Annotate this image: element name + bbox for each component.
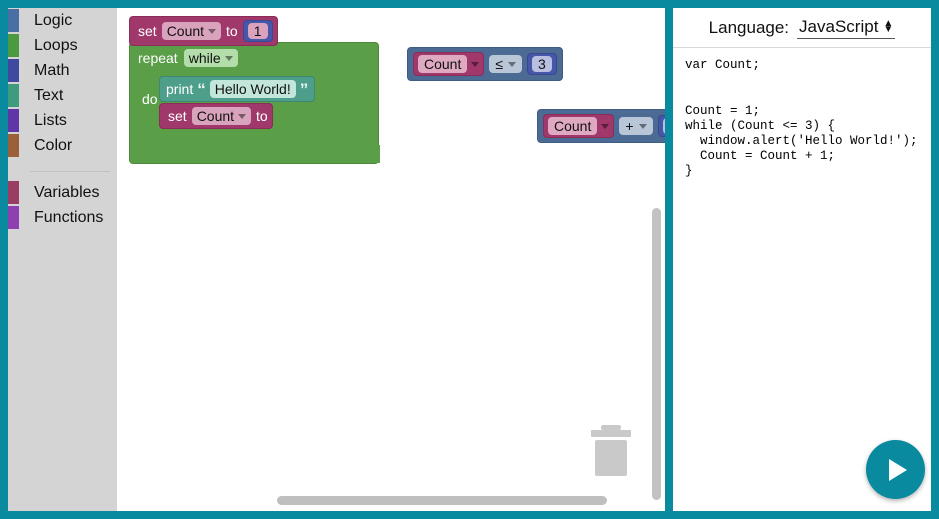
sidebar-item-text[interactable]: Text: [8, 83, 117, 108]
app-root: Logic Loops Math Text Lists Color Variab…: [0, 0, 939, 519]
block-number-one[interactable]: 1: [242, 20, 273, 42]
open-quote-icon: “: [197, 79, 206, 99]
sidebar-item-loops[interactable]: Loops: [8, 33, 117, 58]
sidebar-item-color[interactable]: Color: [8, 133, 117, 158]
toolbox-sidebar: Logic Loops Math Text Lists Color Variab…: [8, 8, 117, 511]
sidebar-item-logic[interactable]: Logic: [8, 8, 117, 33]
block-set-count-increment[interactable]: set Count to: [159, 103, 273, 129]
comparison-operator-dropdown[interactable]: ≤: [489, 55, 523, 73]
math-color-swatch: [8, 59, 19, 82]
sidebar-item-label: Text: [34, 87, 64, 104]
chevron-down-icon: [601, 123, 610, 129]
repeat-keyword: repeat: [138, 50, 178, 66]
set-to-label: to: [256, 108, 268, 124]
play-triangle-icon: [889, 458, 907, 481]
set-to-label: to: [226, 23, 238, 39]
functions-color-swatch: [8, 206, 19, 229]
spinner-arrows-icon: ▲ ▼: [883, 19, 894, 35]
variable-name: Count: [548, 117, 598, 135]
block-comparison[interactable]: Count ≤ 3: [407, 47, 563, 81]
number-value[interactable]: 1: [662, 118, 665, 134]
code-panel: Language: JavaScript ▲ ▼ var Count; Coun…: [673, 8, 931, 511]
spinner-down-icon: ▼: [883, 23, 894, 35]
chevron-down-icon: [224, 55, 233, 61]
language-select-value: JavaScript: [799, 16, 879, 36]
workspace-vertical-scrollbar[interactable]: [652, 208, 661, 500]
language-bar: Language: JavaScript ▲ ▼: [673, 8, 931, 48]
sidebar-item-label: Functions: [34, 209, 104, 226]
blockly-workspace[interactable]: repeat while do set Count to 1 Count ≤ 3…: [117, 8, 665, 511]
print-text-input[interactable]: Hello World!: [209, 80, 296, 98]
color-color-swatch: [8, 134, 19, 157]
sidebar-item-math[interactable]: Math: [8, 58, 117, 83]
set-variable-dropdown[interactable]: Count: [191, 107, 252, 125]
sidebar-item-variables[interactable]: Variables: [8, 180, 117, 205]
block-variable-count-right[interactable]: Count: [543, 114, 615, 138]
language-select[interactable]: JavaScript ▲ ▼: [797, 16, 896, 39]
chevron-down-icon: [471, 61, 480, 67]
sidebar-item-label: Logic: [34, 12, 73, 29]
horizontal-scrollbar-thumb[interactable]: [277, 496, 607, 505]
run-button[interactable]: [866, 440, 925, 499]
blockly-panel: Logic Loops Math Text Lists Color Variab…: [8, 8, 665, 511]
repeat-footer: [130, 145, 380, 163]
close-quote-icon: ”: [299, 79, 309, 99]
chevron-down-icon: [238, 113, 247, 119]
block-number-three[interactable]: 3: [527, 53, 557, 75]
arithmetic-operator-value: +: [625, 118, 634, 134]
loops-color-swatch: [8, 34, 19, 57]
sidebar-item-lists[interactable]: Lists: [8, 108, 117, 133]
toolbox-gap: [8, 158, 117, 171]
set-keyword: set: [168, 108, 187, 124]
repeat-mode-value: while: [188, 50, 221, 66]
set-keyword: set: [138, 23, 157, 39]
language-label: Language:: [708, 17, 790, 37]
chevron-down-icon: [208, 28, 217, 34]
block-arithmetic[interactable]: Count + 1: [537, 109, 665, 143]
number-value[interactable]: 3: [532, 56, 552, 72]
set-variable-value: Count: [196, 108, 235, 124]
block-number-one-increment[interactable]: 1: [657, 115, 665, 137]
block-print[interactable]: print “ Hello World! ”: [159, 76, 316, 102]
generated-code: var Count; Count = 1; while (Count <= 3)…: [685, 58, 918, 179]
sidebar-item-label: Color: [34, 137, 73, 154]
block-variable-count-left[interactable]: Count: [413, 52, 485, 76]
comparison-operator-value: ≤: [495, 56, 504, 72]
trash-can-icon[interactable]: [587, 423, 635, 479]
repeat-mode-dropdown[interactable]: while: [183, 49, 238, 67]
set-variable-dropdown[interactable]: Count: [161, 22, 222, 40]
text-color-swatch: [8, 84, 19, 107]
block-set-count-init[interactable]: set Count to 1: [129, 16, 278, 46]
sidebar-item-label: Math: [34, 62, 70, 79]
variables-color-swatch: [8, 181, 19, 204]
lists-color-swatch: [8, 109, 19, 132]
number-value[interactable]: 1: [247, 23, 268, 39]
variable-name: Count: [418, 55, 468, 73]
chevron-down-icon: [638, 123, 647, 129]
toolbox-gap-2: [8, 172, 117, 180]
vertical-scrollbar-thumb[interactable]: [652, 208, 661, 500]
logic-color-swatch: [8, 9, 19, 32]
repeat-do-label: do: [142, 91, 158, 107]
workspace-horizontal-scrollbar[interactable]: [277, 496, 657, 505]
arithmetic-operator-dropdown[interactable]: +: [619, 117, 653, 135]
repeat-header: repeat while: [138, 49, 238, 67]
set-variable-value: Count: [166, 23, 205, 39]
sidebar-item-functions[interactable]: Functions: [8, 205, 117, 230]
sidebar-item-label: Variables: [34, 184, 100, 201]
sidebar-item-label: Lists: [34, 112, 67, 129]
sidebar-item-label: Loops: [34, 37, 78, 54]
print-keyword: print: [166, 81, 194, 97]
chevron-down-icon: [508, 61, 517, 67]
